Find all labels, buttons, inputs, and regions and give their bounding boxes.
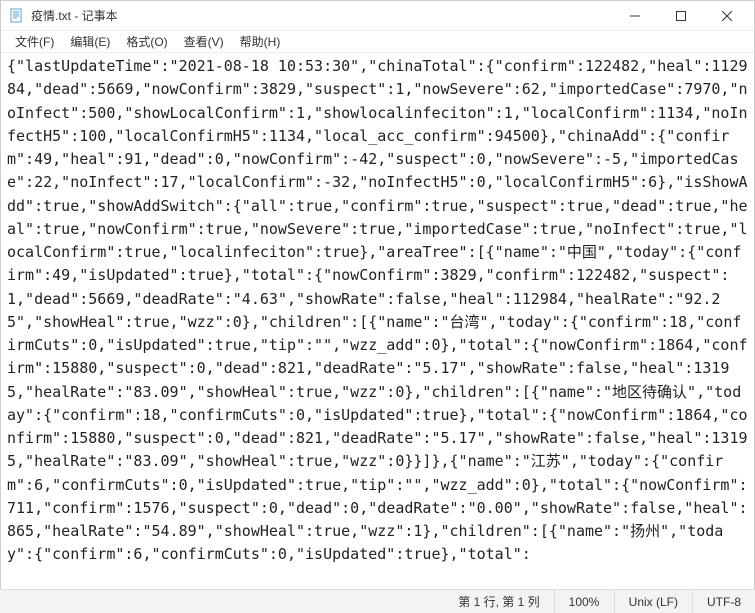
window-controls xyxy=(612,1,750,31)
status-encoding: UTF-8 xyxy=(692,590,755,613)
notepad-icon xyxy=(9,8,25,24)
maximize-button[interactable] xyxy=(658,1,704,31)
window-title: 疫情.txt - 记事本 xyxy=(31,7,612,24)
titlebar: 疫情.txt - 记事本 xyxy=(1,1,754,31)
close-button[interactable] xyxy=(704,1,750,31)
menu-format[interactable]: 格式(O) xyxy=(118,31,175,52)
menu-edit[interactable]: 编辑(E) xyxy=(62,31,118,52)
menu-file[interactable]: 文件(F) xyxy=(7,31,62,52)
status-line-ending: Unix (LF) xyxy=(614,590,692,613)
menu-help[interactable]: 帮助(H) xyxy=(232,31,289,52)
minimize-button[interactable] xyxy=(612,1,658,31)
statusbar: 第 1 行, 第 1 列 100% Unix (LF) UTF-8 xyxy=(0,589,755,613)
status-position: 第 1 行, 第 1 列 xyxy=(444,590,553,613)
menu-view[interactable]: 查看(V) xyxy=(176,31,232,52)
text-editor-content[interactable]: {"lastUpdateTime":"2021-08-18 10:53:30",… xyxy=(1,53,754,586)
menubar: 文件(F) 编辑(E) 格式(O) 查看(V) 帮助(H) xyxy=(1,31,754,53)
status-zoom: 100% xyxy=(554,590,614,613)
